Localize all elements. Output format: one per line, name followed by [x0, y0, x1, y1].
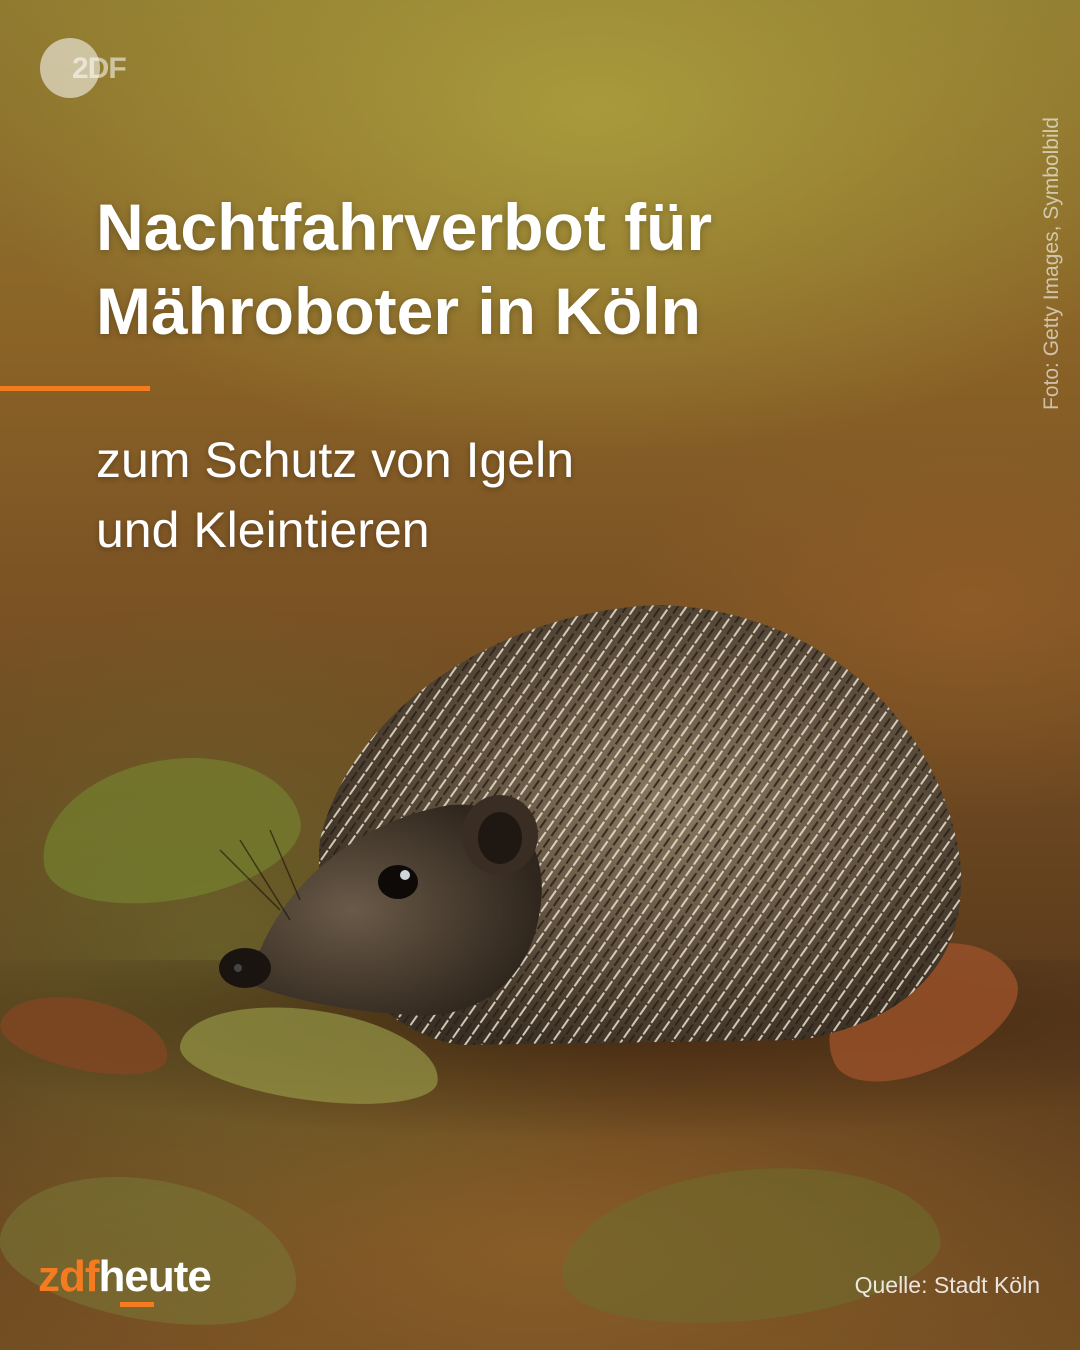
headline-line-1: Nachtfahrverbot für	[96, 190, 713, 264]
brand-zdf: zdf	[38, 1252, 100, 1301]
zdf-logo-text: 2DF	[72, 52, 127, 85]
subheadline: zum Schutz von Igeln und Kleintieren	[96, 425, 896, 565]
hedgehog-image	[219, 605, 962, 1045]
headline: Nachtfahrverbot für Mähroboter in Köln	[96, 185, 956, 353]
subheadline-line-2: und Kleintieren	[96, 502, 430, 558]
zdfheute-logo: zdfheute	[38, 1252, 212, 1307]
subheadline-line-1: zum Schutz von Igeln	[96, 432, 575, 488]
brand-heute: heute	[98, 1252, 212, 1301]
source-label: Quelle: Stadt Köln	[854, 1272, 1040, 1298]
accent-divider	[0, 386, 150, 391]
brand-underline	[120, 1302, 154, 1307]
photo-credit: Foto: Getty Images, Symbolbild	[1040, 117, 1063, 410]
headline-line-2: Mähroboter in Köln	[96, 274, 701, 348]
